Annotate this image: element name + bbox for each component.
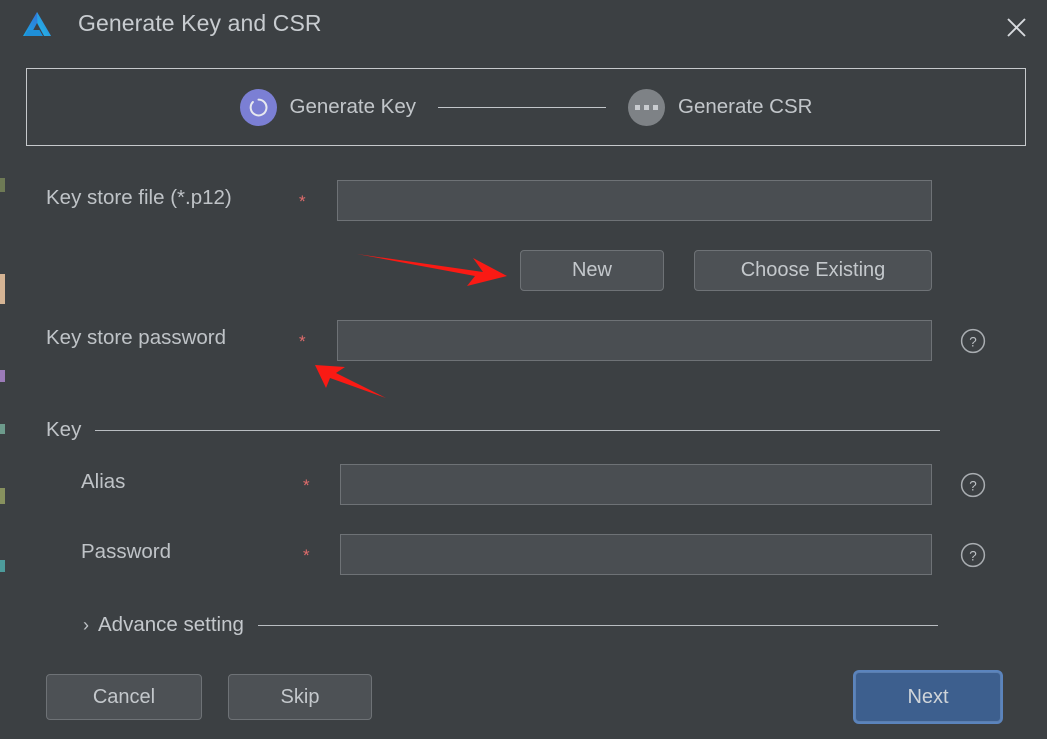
close-icon[interactable] xyxy=(998,9,1034,45)
alias-row: Alias xyxy=(81,470,125,494)
ellipsis-icon xyxy=(628,88,666,126)
step-label-generate-csr: Generate CSR xyxy=(678,95,813,118)
key-store-password-label: Key store password xyxy=(46,326,227,349)
background-edge-strip xyxy=(0,0,6,739)
new-button[interactable]: New xyxy=(520,250,664,291)
chevron-right-icon: › xyxy=(83,615,89,635)
key-store-password-input[interactable] xyxy=(337,320,932,361)
wizard-stepper: Generate Key Generate CSR xyxy=(26,68,1026,146)
key-password-label: Password xyxy=(81,540,172,563)
stepper-connector xyxy=(438,106,607,108)
svg-text:?: ? xyxy=(969,334,977,349)
advance-setting-toggle[interactable]: › Advance setting xyxy=(83,613,938,637)
key-password-required-marker: * xyxy=(303,546,310,565)
key-section-title: Key xyxy=(46,418,82,441)
key-section-header: Key xyxy=(46,418,940,442)
advance-setting-divider xyxy=(257,624,938,626)
key-store-password-required-marker: * xyxy=(299,332,306,351)
key-section-divider xyxy=(95,429,940,431)
svg-text:?: ? xyxy=(969,478,977,493)
key-store-password-row: Key store password xyxy=(46,326,226,350)
alias-help-question-mark-icon[interactable]: ? xyxy=(960,472,986,498)
key-password-help-question-mark-icon[interactable]: ? xyxy=(960,542,986,568)
page-title: Generate Key and CSR xyxy=(78,10,322,36)
key-store-file-label: Key store file (*.p12) xyxy=(46,186,232,209)
key-store-password-help-question-mark-icon[interactable]: ? xyxy=(960,328,986,354)
key-store-file-row: Key store file (*.p12) xyxy=(46,186,232,210)
cancel-button[interactable]: Cancel xyxy=(46,674,202,720)
red-arrow-up-left-to-password-field xyxy=(315,365,386,398)
skip-button[interactable]: Skip xyxy=(228,674,372,720)
key-password-row: Password xyxy=(81,540,171,564)
choose-existing-button[interactable]: Choose Existing xyxy=(694,250,932,291)
alias-label: Alias xyxy=(81,470,126,493)
red-arrow-right-to-new-button xyxy=(357,254,507,286)
advance-setting-label: Advance setting xyxy=(98,613,244,636)
alias-required-marker: * xyxy=(303,476,310,495)
step-generate-csr[interactable]: Generate CSR xyxy=(628,88,813,126)
alias-input[interactable] xyxy=(340,464,932,505)
key-store-file-required-marker: * xyxy=(299,192,306,211)
step-generate-key[interactable]: Generate Key xyxy=(239,88,417,126)
deveco-studio-logo-icon xyxy=(19,9,55,43)
next-button[interactable]: Next xyxy=(855,672,1001,722)
svg-text:?: ? xyxy=(969,548,977,563)
step-label-generate-key: Generate Key xyxy=(289,95,417,118)
key-password-input[interactable] xyxy=(340,534,932,575)
spinner-circle-icon xyxy=(239,88,277,126)
dialog-title-bar: Generate Key and CSR xyxy=(0,0,1047,53)
key-store-file-input[interactable] xyxy=(337,180,932,221)
